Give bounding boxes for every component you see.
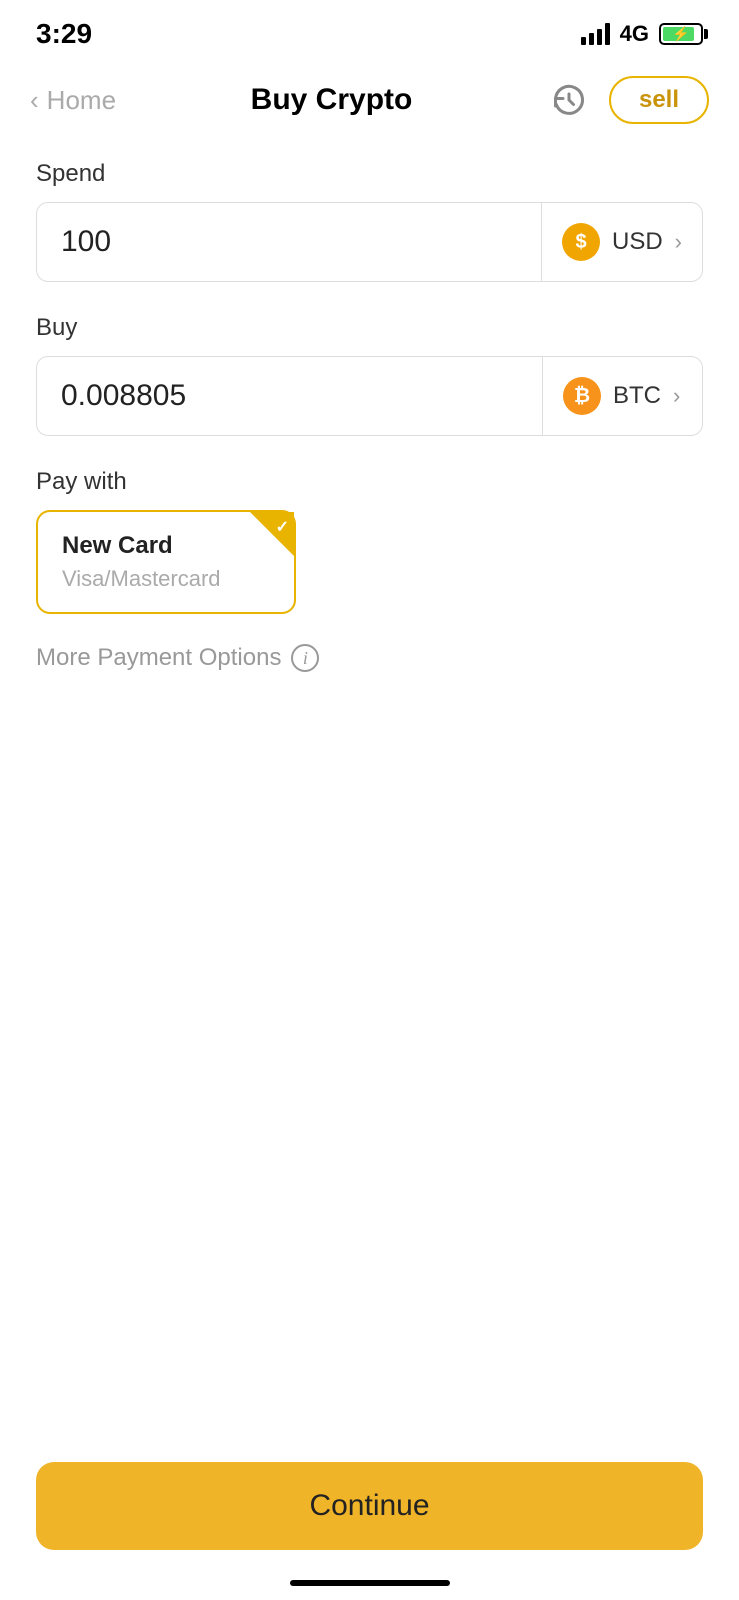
spend-label: Spend: [36, 160, 703, 188]
spend-amount-input[interactable]: [37, 203, 541, 281]
signal-icon: [581, 23, 610, 45]
battery-icon: ⚡: [659, 23, 703, 45]
status-icons: 4G ⚡: [581, 21, 703, 47]
home-indicator: [290, 1580, 450, 1586]
card-name: New Card: [62, 532, 270, 560]
sell-button[interactable]: sell: [609, 76, 709, 124]
checkmark-icon: ✓: [276, 517, 289, 537]
pay-with-label: Pay with: [36, 468, 703, 496]
more-options-text: More Payment Options: [36, 644, 281, 672]
buy-currency-chevron-icon: ›: [673, 383, 680, 409]
back-chevron-icon: ‹: [30, 87, 39, 113]
content-area: Spend $ USD › Buy ₿ BTC ›: [0, 140, 739, 692]
spend-input-row: $ USD ›: [36, 202, 703, 282]
info-icon: i: [291, 644, 319, 672]
buy-section: Buy ₿ BTC ›: [36, 314, 703, 436]
buy-amount-input[interactable]: [37, 357, 542, 435]
back-button[interactable]: ‹ Home: [30, 85, 116, 116]
buy-currency-selector[interactable]: ₿ BTC ›: [542, 357, 702, 435]
nav-bar: ‹ Home Buy Crypto sell: [0, 60, 739, 140]
spend-section: Spend $ USD ›: [36, 160, 703, 282]
status-time: 3:29: [36, 18, 92, 50]
buy-input-row: ₿ BTC ›: [36, 356, 703, 436]
back-label: Home: [47, 85, 116, 116]
status-bar: 3:29 4G ⚡: [0, 0, 739, 60]
spend-currency-label: USD: [612, 228, 663, 256]
card-type: Visa/Mastercard: [62, 566, 270, 592]
spend-currency-selector[interactable]: $ USD ›: [541, 203, 702, 281]
more-payment-options[interactable]: More Payment Options i: [36, 644, 703, 672]
pay-with-section: Pay with ✓ New Card Visa/Mastercard More…: [36, 468, 703, 672]
buy-currency-label: BTC: [613, 382, 661, 410]
history-button[interactable]: [547, 78, 591, 122]
page-title: Buy Crypto: [251, 83, 413, 117]
network-label: 4G: [620, 21, 649, 47]
continue-button[interactable]: Continue: [36, 1462, 703, 1550]
spend-currency-chevron-icon: ›: [675, 229, 682, 255]
nav-actions: sell: [547, 76, 709, 124]
btc-icon: ₿: [563, 377, 601, 415]
buy-label: Buy: [36, 314, 703, 342]
new-card-option[interactable]: ✓ New Card Visa/Mastercard: [36, 510, 296, 614]
usd-icon: $: [562, 223, 600, 261]
